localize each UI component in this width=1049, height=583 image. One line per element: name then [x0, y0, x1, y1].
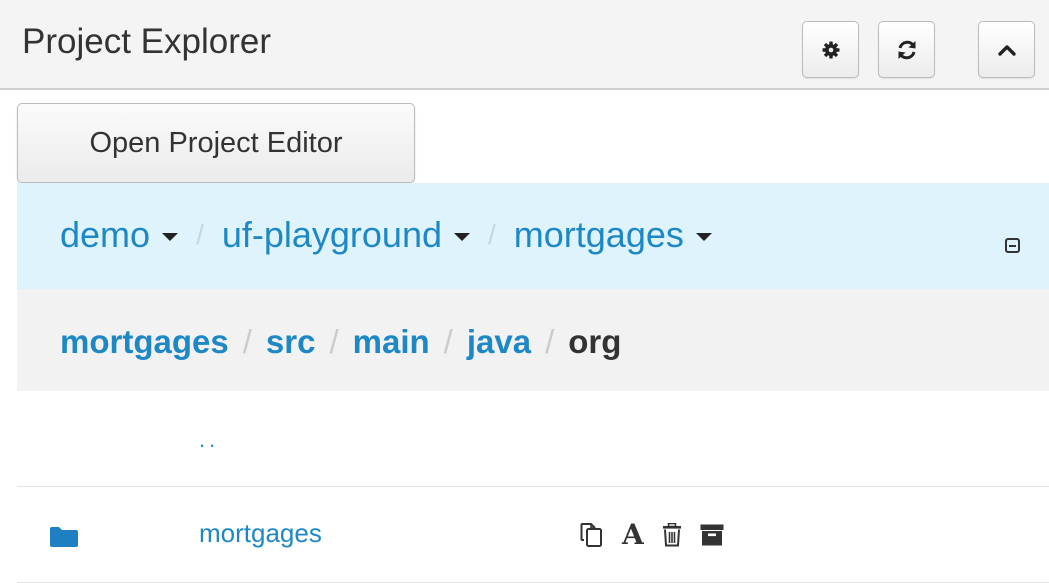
caret-down-icon — [695, 233, 712, 241]
path-item-src[interactable]: src — [266, 320, 316, 364]
refresh-icon — [898, 40, 915, 59]
list-item: mortgages A — [17, 487, 1049, 583]
chevron-up-icon — [997, 44, 1016, 56]
open-project-editor-button[interactable]: Open Project Editor — [17, 103, 415, 183]
path-item-main[interactable]: main — [353, 320, 430, 364]
parent-directory-link[interactable]: .. — [199, 427, 219, 453]
path-item-java[interactable]: java — [467, 320, 531, 364]
path-separator: / — [443, 323, 453, 360]
org-unit-label: demo — [60, 214, 151, 255]
collapse-panel-button[interactable] — [978, 21, 1035, 78]
path-separator: / — [242, 323, 252, 360]
project-dropdown[interactable]: mortgages — [514, 213, 712, 257]
path-breadcrumb: mortgages / src / main / java / org — [60, 320, 621, 364]
caret-down-icon — [162, 233, 179, 241]
repository-breadcrumb: demo / uf-playground / mortgages — [60, 213, 712, 257]
folder-name-link[interactable]: mortgages — [199, 518, 322, 549]
settings-button[interactable] — [802, 21, 859, 78]
caret-down-icon — [454, 233, 470, 241]
gear-icon — [822, 41, 839, 58]
repository-dropdown[interactable]: uf-playground — [222, 213, 470, 257]
breadcrumb-separator: / — [196, 219, 204, 250]
rename-icon[interactable]: A — [622, 521, 644, 549]
path-breadcrumb-bar: mortgages / src / main / java / org — [17, 289, 1049, 391]
folder-icon — [50, 526, 78, 552]
archive-icon[interactable] — [700, 524, 724, 546]
path-separator: / — [545, 323, 555, 360]
refresh-button[interactable] — [878, 21, 935, 78]
row-actions: A — [580, 521, 742, 549]
breadcrumb-separator: / — [488, 219, 496, 250]
project-label: mortgages — [513, 214, 684, 255]
minus-square-icon[interactable] — [1005, 238, 1020, 253]
project-explorer-panel: Project Explorer Open Project Editor dem… — [0, 0, 1049, 583]
repository-breadcrumb-bar: demo / uf-playground / mortgages — [17, 183, 1049, 289]
path-item-current: org — [568, 323, 622, 360]
delete-icon[interactable] — [662, 523, 682, 547]
org-unit-dropdown[interactable]: demo — [60, 213, 179, 257]
panel-header: Project Explorer — [0, 0, 1049, 90]
parent-directory-row: .. — [17, 391, 1049, 487]
panel-title: Project Explorer — [22, 22, 271, 61]
copy-icon[interactable] — [580, 522, 604, 548]
path-item-mortgages[interactable]: mortgages — [60, 320, 229, 364]
repository-label: uf-playground — [221, 214, 442, 255]
path-separator: / — [329, 323, 339, 360]
